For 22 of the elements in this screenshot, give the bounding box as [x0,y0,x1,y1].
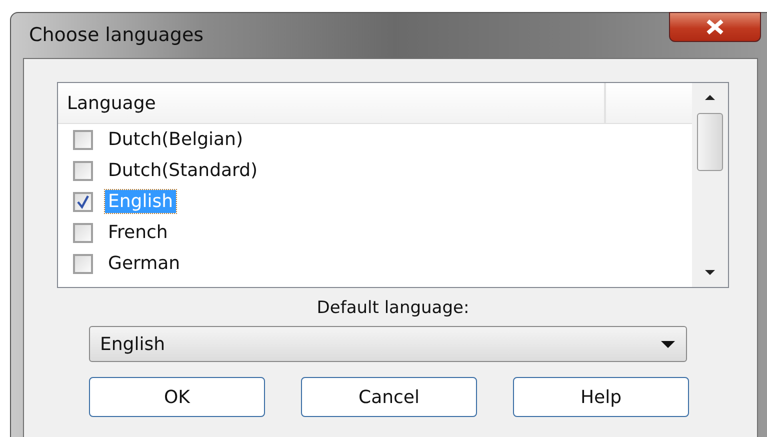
dialog-button[interactable]: OK [89,377,265,417]
default-language-label: Default language: [316,298,470,318]
close-icon [705,19,725,35]
checkbox[interactable] [73,254,93,274]
checkbox[interactable] [73,130,93,150]
language-item[interactable]: French [105,221,171,244]
checkbox[interactable] [73,160,93,180]
close-button[interactable] [669,12,761,42]
dialog-button[interactable]: Cancel [301,377,477,417]
default-language-dropdown[interactable]: English [89,326,687,362]
scroll-thumb[interactable] [697,113,723,171]
language-item[interactable]: Dutch(Belgian) [105,128,246,151]
scrollbar[interactable] [692,83,728,287]
window-title: Choose languages [29,24,204,46]
dialog-button[interactable]: Help [513,377,689,417]
scroll-down-icon[interactable] [703,269,717,277]
checkbox[interactable] [73,222,93,242]
caret-icon [660,340,676,348]
language-item[interactable]: Dutch(Standard) [105,159,261,182]
scroll-up-icon[interactable] [703,93,717,101]
language-item[interactable]: German [105,252,184,275]
checkbox[interactable] [73,192,93,212]
